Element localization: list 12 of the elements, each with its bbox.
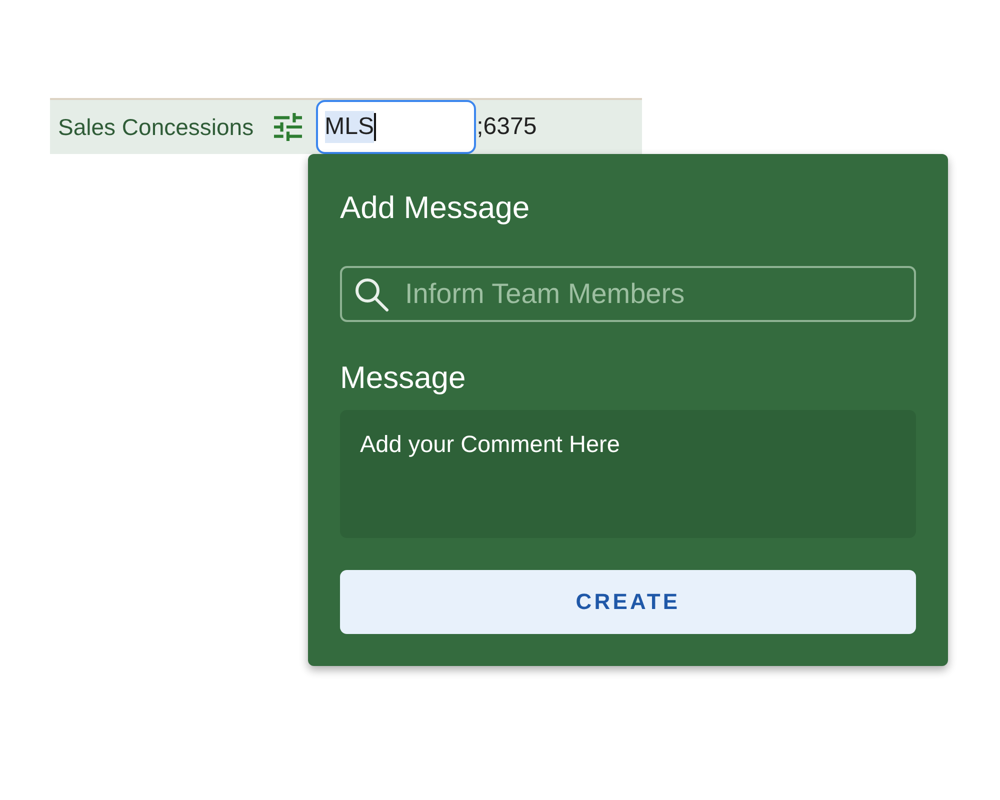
tune-icon[interactable] <box>274 113 302 141</box>
cell-text: ;6375 <box>476 113 537 141</box>
dialog-title: Add Message <box>340 190 530 226</box>
message-field[interactable]: Add your Comment Here <box>340 410 916 538</box>
selected-text: MLS <box>324 111 374 143</box>
message-label: Message <box>340 360 466 396</box>
text-cursor-icon <box>374 113 376 141</box>
create-button[interactable]: CREATE <box>340 570 916 634</box>
search-field[interactable]: Inform Team Members <box>340 266 916 322</box>
row-label: Sales Concessions <box>58 114 254 140</box>
search-icon <box>354 277 389 312</box>
text-input[interactable]: MLS <box>316 100 476 154</box>
